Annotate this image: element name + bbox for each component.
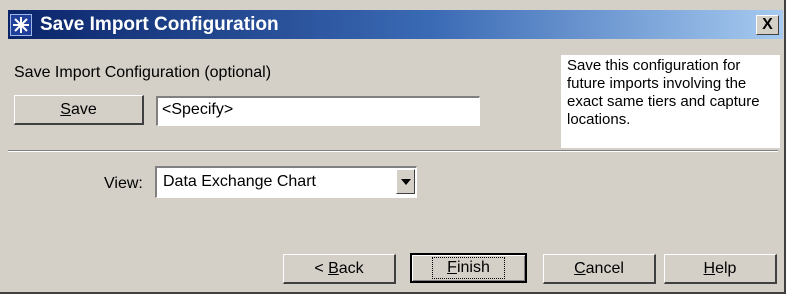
save-button-mnemonic: S xyxy=(60,101,71,118)
back-button-prefix: < xyxy=(314,260,329,277)
section-heading: Save Import Configuration (optional) xyxy=(14,64,272,81)
focus-ring: Finish xyxy=(432,257,505,279)
chevron-down-icon[interactable] xyxy=(396,169,415,194)
window-title: Save Import Configuration xyxy=(40,14,279,35)
back-button-rest: ack xyxy=(338,260,364,277)
view-label: View: xyxy=(104,175,143,192)
cancel-button-mnemonic: C xyxy=(574,260,586,277)
view-dropdown[interactable]: Data Exchange Chart xyxy=(155,166,417,198)
close-button[interactable]: X xyxy=(756,15,779,35)
save-button[interactable]: Save xyxy=(14,95,144,125)
cancel-button-rest: ancel xyxy=(585,260,624,277)
help-button[interactable]: Help xyxy=(664,254,777,284)
back-button[interactable]: < Back xyxy=(283,254,396,284)
sparkle-icon xyxy=(10,14,32,36)
finish-button[interactable]: Finish xyxy=(410,253,527,283)
help-panel: Save this configuration for future impor… xyxy=(561,55,780,148)
finish-button-mnemonic: F xyxy=(447,259,457,276)
back-button-mnemonic: B xyxy=(328,260,339,277)
cancel-button[interactable]: Cancel xyxy=(543,254,656,284)
dialog-window: Save Import Configuration X Save Import … xyxy=(0,0,786,294)
help-text: Save this configuration for future impor… xyxy=(567,57,760,128)
finish-button-rest: inish xyxy=(456,259,490,276)
config-name-input[interactable]: <Specify> xyxy=(156,96,480,126)
help-button-rest: elp xyxy=(715,260,737,277)
save-button-rest: ave xyxy=(70,101,97,118)
help-button-mnemonic: H xyxy=(703,260,716,277)
section-divider xyxy=(8,150,778,152)
title-bar[interactable]: Save Import Configuration X xyxy=(8,10,783,39)
view-selected-value: Data Exchange Chart xyxy=(163,173,316,190)
